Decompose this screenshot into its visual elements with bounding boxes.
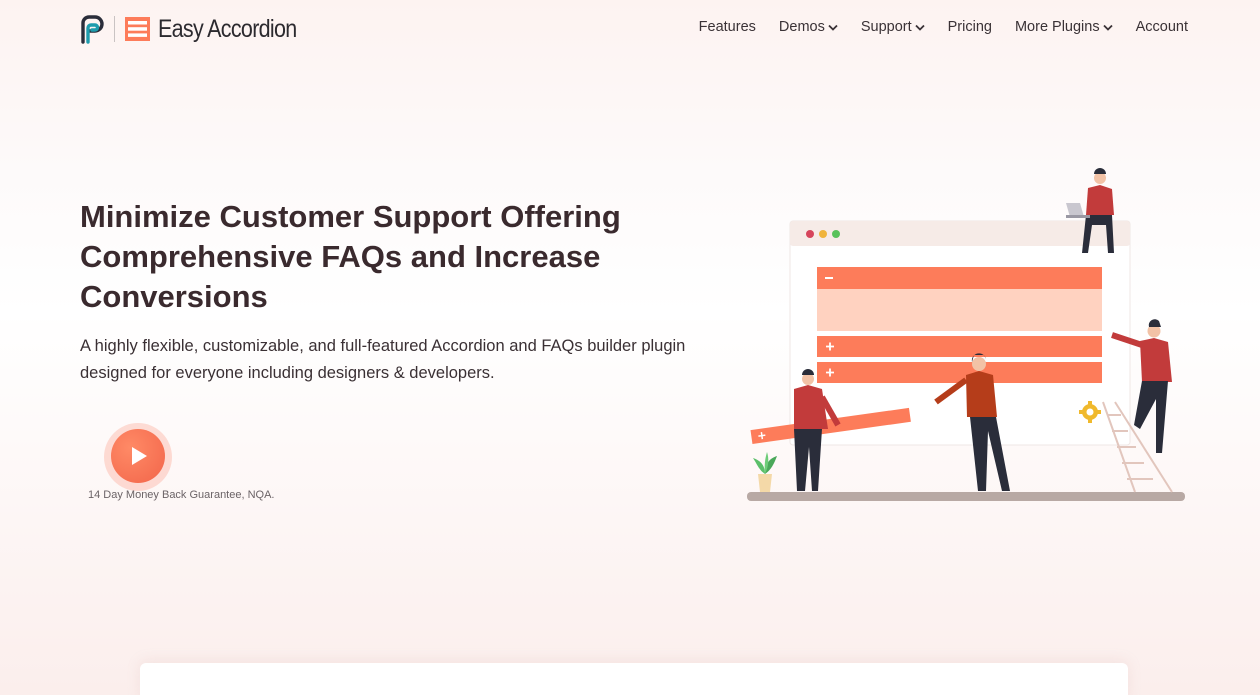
nav-label: More Plugins — [1014, 19, 1100, 35]
nav-support[interactable]: Support — [861, 19, 925, 35]
brand-mark-icon — [81, 15, 104, 44]
play-video-button[interactable] — [104, 423, 172, 491]
plant-illustration — [753, 452, 777, 492]
site-header: Easy Accordion Features Demos Support Pr… — [0, 0, 1260, 58]
nav-label: Support — [860, 19, 912, 35]
nav-label: Account — [1135, 19, 1188, 35]
chevron-down-icon — [915, 24, 925, 31]
hero-subtitle: A highly flexible, customizable, and ful… — [80, 337, 686, 382]
nav-more-plugins[interactable]: More Plugins — [1015, 19, 1113, 35]
brand-name: Easy Accordion — [158, 14, 297, 43]
money-back-guarantee: 14 Day Money Back Guarantee, NQA. — [88, 489, 275, 501]
accordion-logo-icon — [125, 17, 150, 41]
nav-label: Pricing — [947, 19, 992, 35]
content-card — [140, 663, 1128, 695]
main-nav: Features Demos Support Pricing More Plug… — [676, 19, 1188, 35]
nav-account[interactable]: Account — [1136, 19, 1188, 35]
nav-demos[interactable]: Demos — [779, 19, 838, 35]
hero-title: Minimize Customer Support Offering Compr… — [80, 199, 621, 314]
nav-features[interactable]: Features — [699, 19, 756, 35]
nav-pricing[interactable]: Pricing — [948, 19, 992, 35]
play-icon — [132, 447, 147, 465]
nav-label: Demos — [778, 19, 825, 35]
chevron-down-icon — [1102, 24, 1113, 31]
chevron-down-icon — [828, 24, 838, 31]
play-button-circle — [111, 429, 165, 483]
logo-divider — [114, 16, 115, 42]
nav-label: Features — [698, 19, 756, 35]
hero-illustration — [747, 168, 1185, 501]
site-logo[interactable]: Easy Accordion — [79, 13, 319, 45]
